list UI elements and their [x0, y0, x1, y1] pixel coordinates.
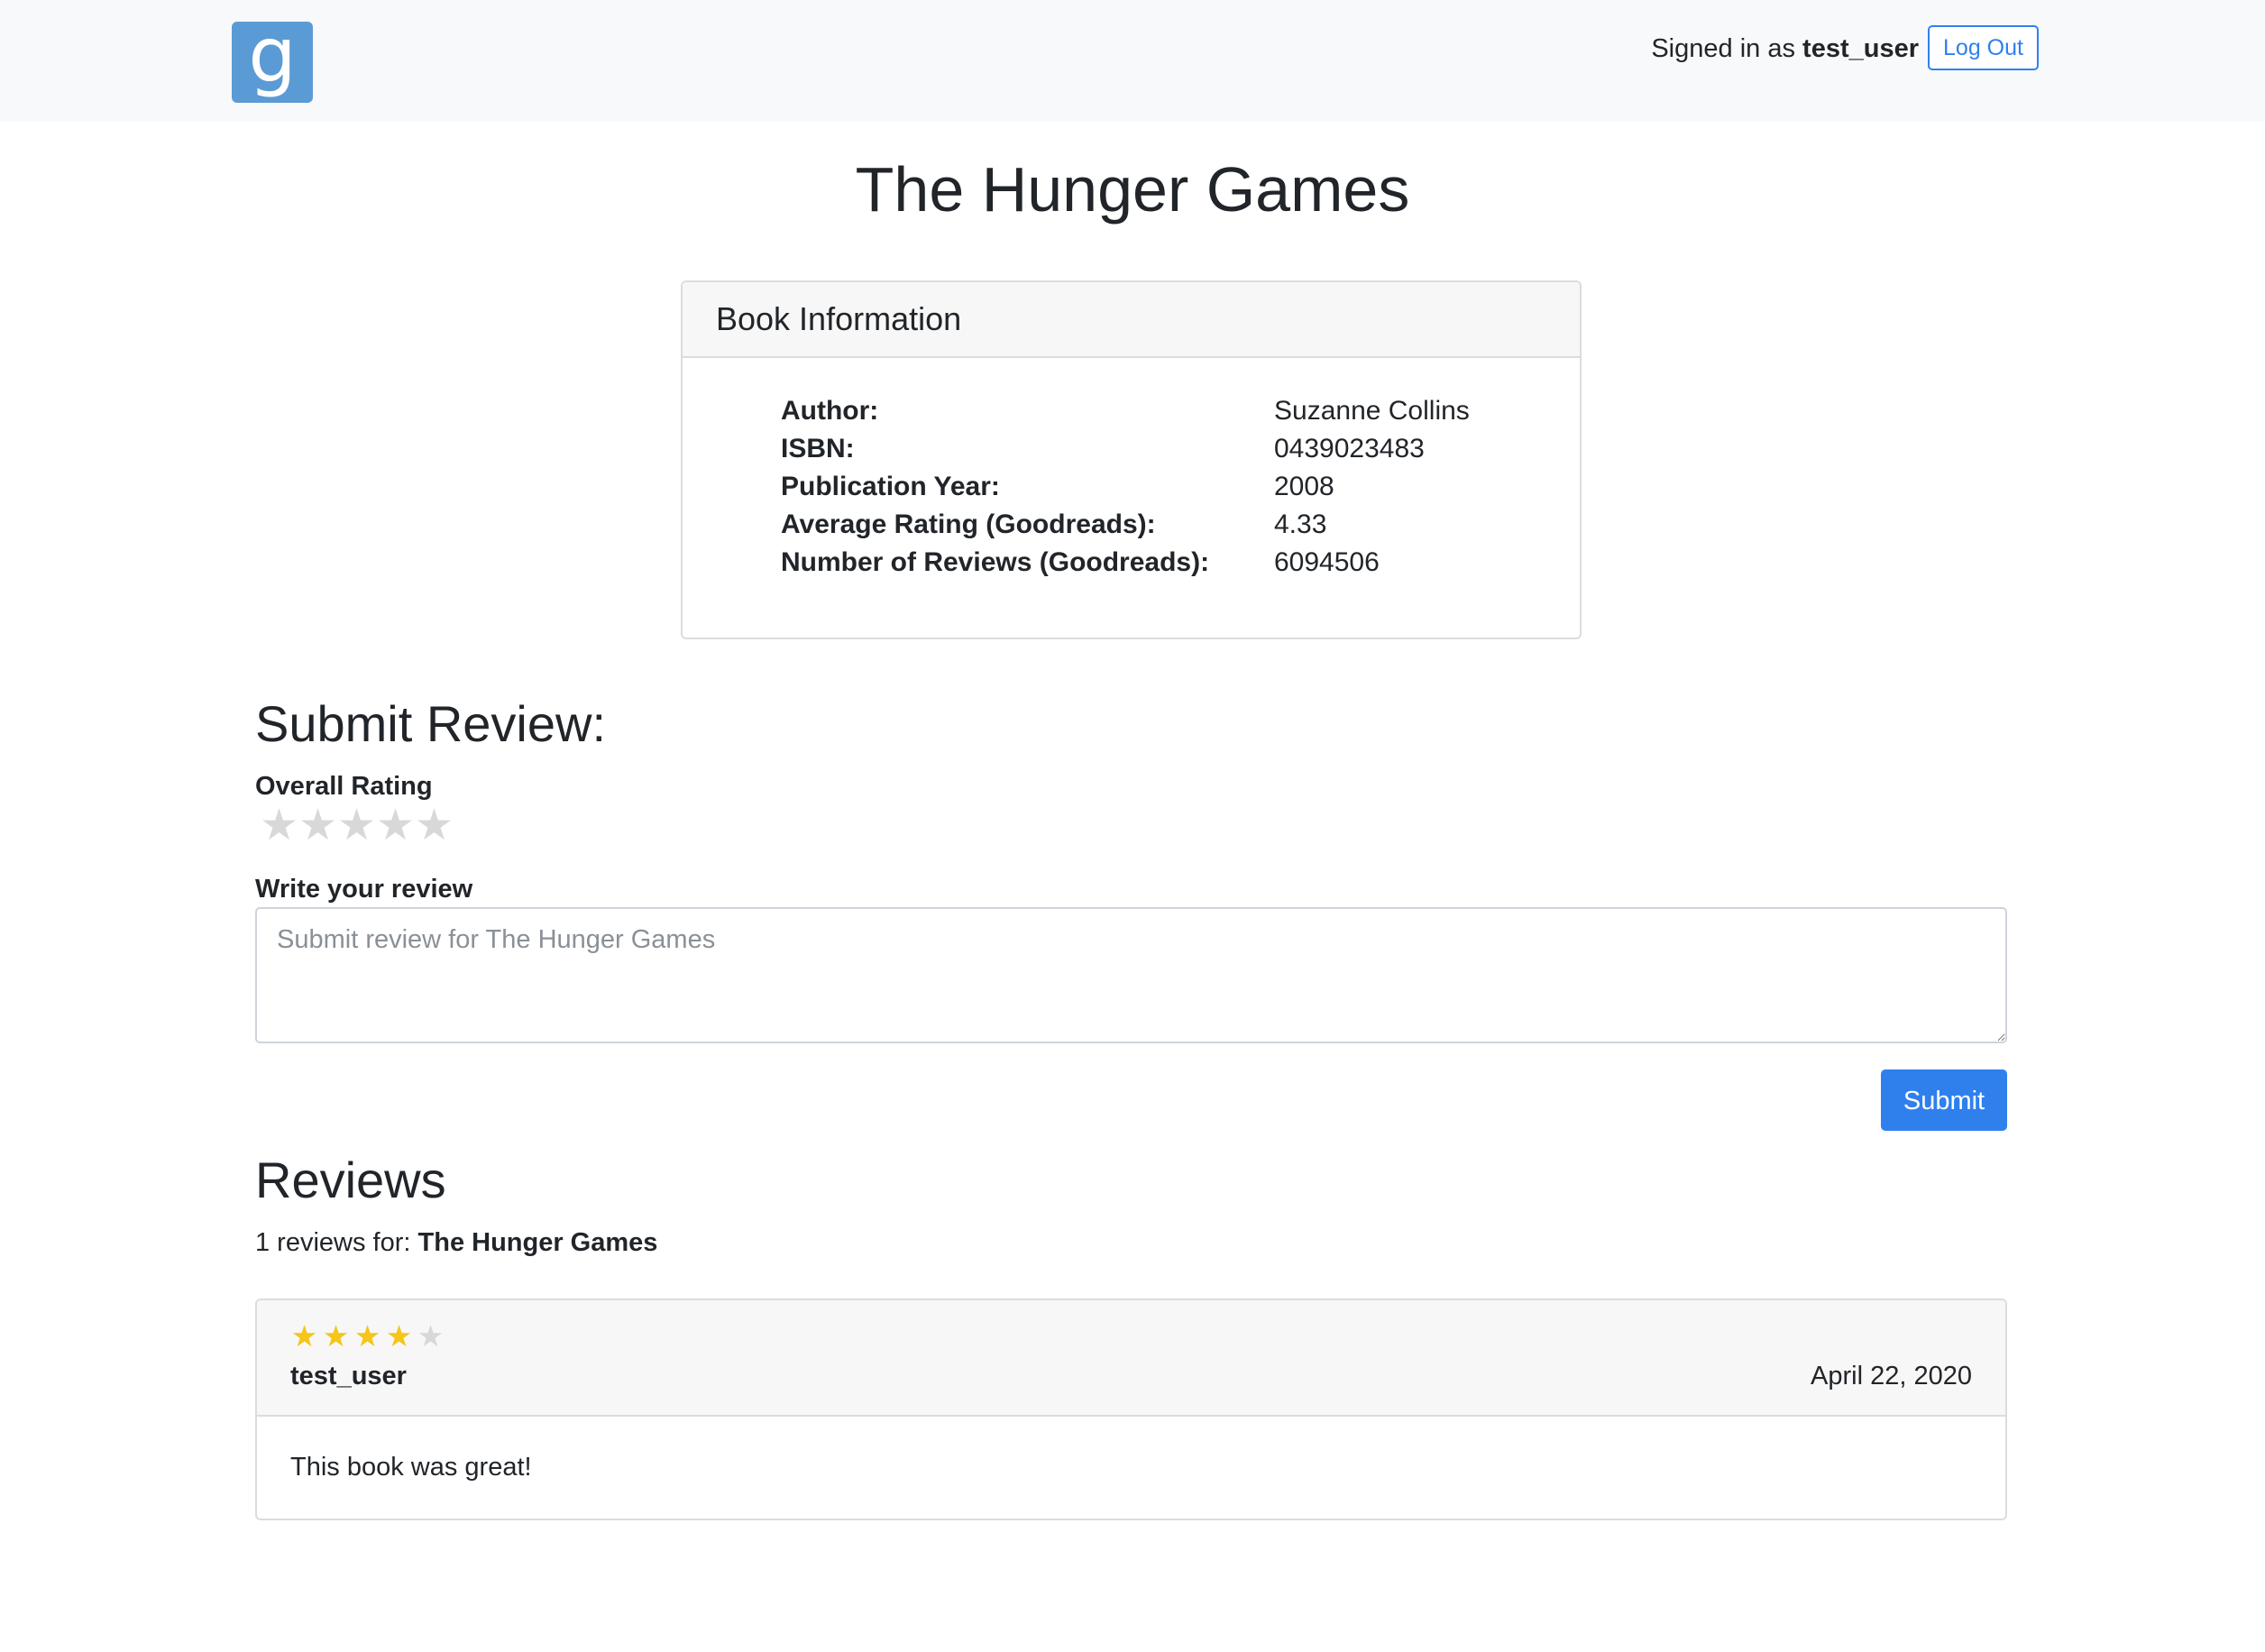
info-row-publication-year: Publication Year: 2008 — [781, 468, 1574, 506]
info-value: Suzanne Collins — [1274, 396, 1470, 426]
info-row-number-of-reviews: Number of Reviews (Goodreads): 6094506 — [781, 544, 1574, 582]
logo[interactable]: g — [232, 17, 313, 103]
info-row-isbn: ISBN: 0439023483 — [781, 430, 1574, 468]
star-icon[interactable]: ★ — [258, 803, 298, 849]
star-filled-icon: ★ — [385, 1319, 413, 1353]
info-value: 2008 — [1274, 472, 1334, 501]
review-card: ★ ★ ★ ★ ★ test_user April 22, 2020 This book… — [255, 1299, 2007, 1520]
review-card-header: ★ ★ ★ ★ ★ test_user April 22, 2020 — [257, 1300, 2005, 1417]
review-text: This book was great! — [290, 1453, 532, 1482]
info-label: Average Rating (Goodreads): — [781, 509, 1156, 539]
star-filled-icon: ★ — [353, 1319, 381, 1353]
navbar: g Signed in as test_user Log Out — [0, 0, 2265, 122]
review-textarea[interactable] — [255, 907, 2007, 1043]
info-value: 6094506 — [1274, 547, 1380, 577]
review-username: test_user — [290, 1362, 407, 1390]
star-icon[interactable]: ★ — [335, 803, 376, 849]
review-date: April 22, 2020 — [1811, 1362, 1972, 1390]
info-row-average-rating: Average Rating (Goodreads): 4.33 — [781, 506, 1574, 544]
star-rating-input[interactable]: ★★★★★ — [258, 803, 454, 849]
reviews-book-title: The Hunger Games — [417, 1228, 658, 1257]
info-label: ISBN: — [781, 434, 855, 463]
star-empty-icon: ★ — [417, 1319, 445, 1353]
star-icon[interactable]: ★ — [413, 803, 454, 849]
reviews-heading: Reviews — [255, 1152, 446, 1208]
star-filled-icon: ★ — [322, 1319, 350, 1353]
info-label: Author: — [781, 396, 879, 426]
page-title: The Hunger Games — [855, 154, 1410, 225]
submit-button[interactable]: Submit — [1881, 1069, 2007, 1131]
book-info-card: Book Information Author: Suzanne Collins… — [681, 280, 1582, 639]
submit-review-heading: Submit Review: — [255, 695, 607, 752]
overall-rating-label: Overall Rating — [255, 772, 433, 801]
info-value: 0439023483 — [1274, 434, 1425, 463]
logout-button[interactable]: Log Out — [1928, 25, 2039, 70]
signed-in-prefix: Signed in as — [1651, 34, 1795, 63]
info-label: Number of Reviews (Goodreads): — [781, 547, 1210, 577]
book-info-header: Book Information — [683, 282, 1580, 358]
star-filled-icon: ★ — [290, 1319, 318, 1353]
info-value: 4.33 — [1274, 509, 1327, 539]
info-label: Publication Year: — [781, 472, 1000, 501]
star-icon[interactable]: ★ — [374, 803, 415, 849]
star-icon[interactable]: ★ — [297, 803, 337, 849]
signed-in-username: test_user — [1802, 34, 1919, 63]
signed-in-status: Signed in as test_user — [1651, 32, 1919, 65]
info-row-author: Author: Suzanne Collins — [781, 392, 1574, 430]
write-review-label: Write your review — [255, 875, 473, 904]
reviews-count: 1 reviews for: The Hunger Games — [255, 1226, 657, 1259]
review-rating: ★ ★ ★ ★ ★ — [288, 1320, 445, 1353]
reviews-count-text: 1 reviews for: — [255, 1228, 411, 1257]
